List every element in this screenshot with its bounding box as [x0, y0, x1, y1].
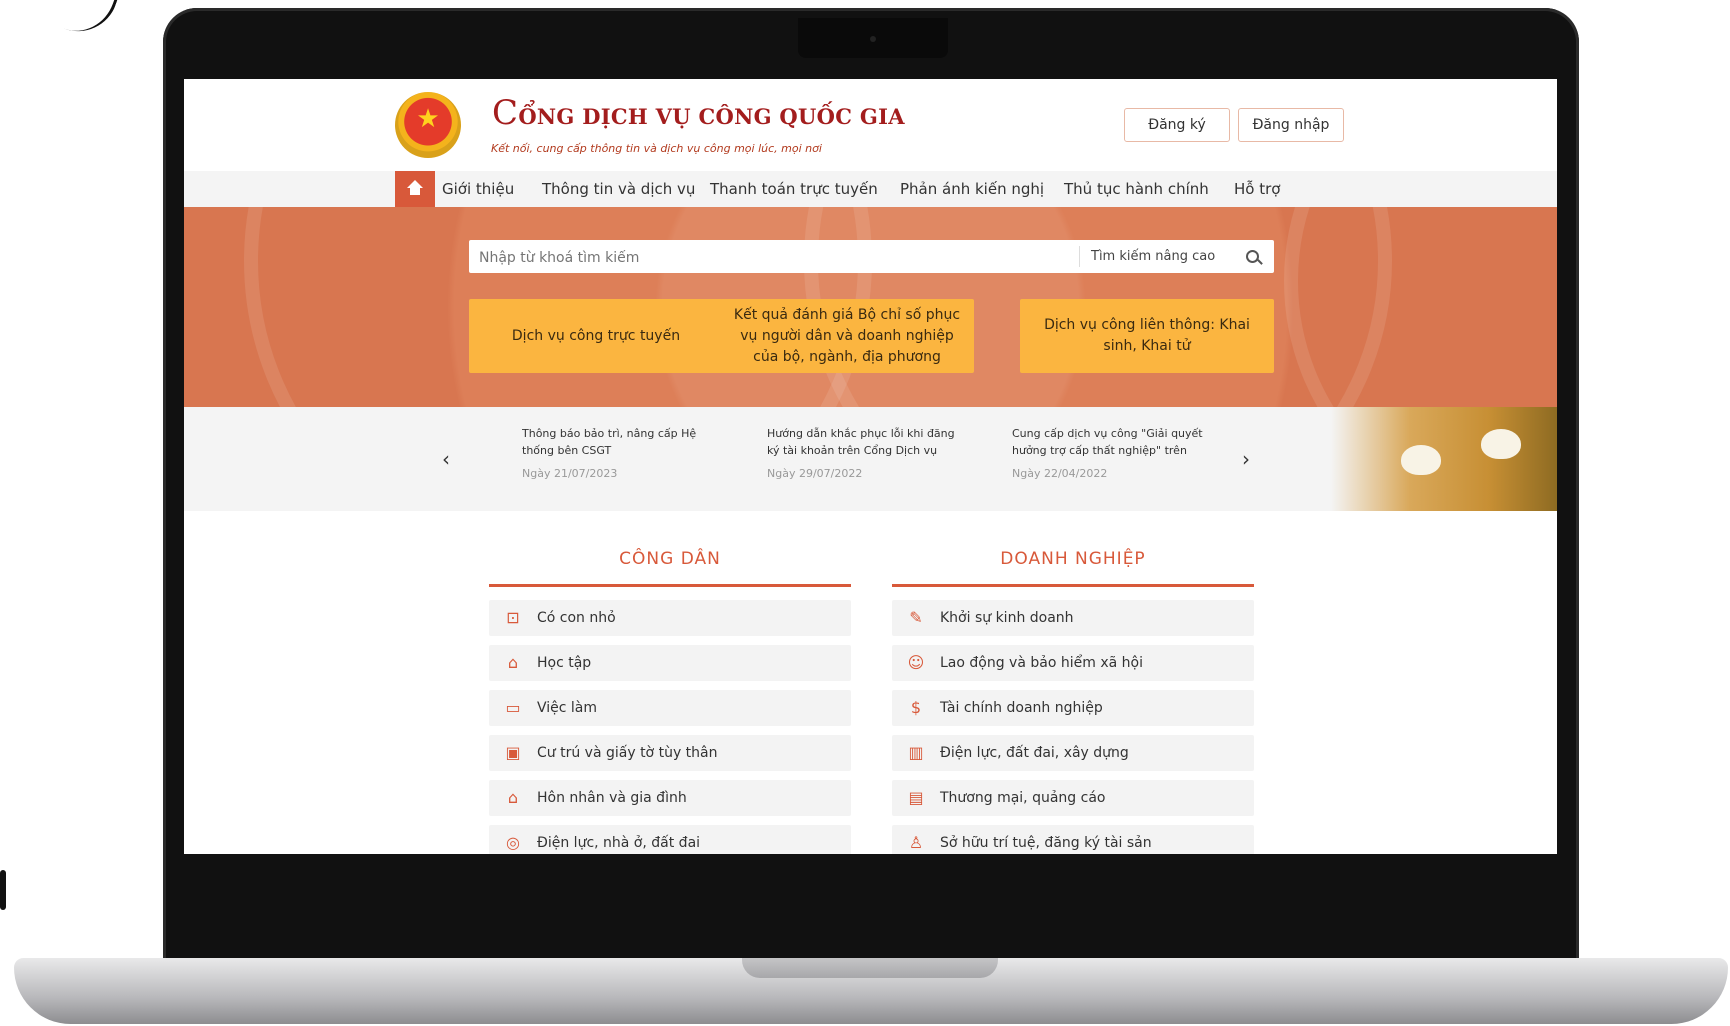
- news-item[interactable]: Cung cấp dịch vụ công "Giải quyết hưởng …: [1012, 425, 1212, 480]
- online-services-button[interactable]: Dịch vụ công trực tuyến: [469, 299, 723, 373]
- home-icon: [407, 180, 423, 195]
- news-date: Ngày 29/07/2022: [767, 467, 863, 480]
- nav-item-intro[interactable]: Giới thiệu: [442, 171, 514, 207]
- graduation-cap-icon: ⌂: [507, 653, 519, 672]
- decorative-stroke: [0, 870, 6, 910]
- citizen-item-children[interactable]: ⊡ Có con nhỏ: [489, 600, 851, 636]
- site-header: ★ CỔNG DỊCH VỤ CÔNG QUỐC GIA Kết nối, cu…: [184, 79, 1557, 171]
- hero-banner: Tìm kiếm nâng cao Dịch vụ công trực tuyế…: [184, 207, 1557, 407]
- portal-title-initial: C: [492, 93, 519, 133]
- category-label: Có con nhỏ: [537, 610, 616, 626]
- banner-pattern: [1284, 207, 1557, 407]
- lotus-flower-icon: [1401, 445, 1441, 475]
- nav-item-procedures[interactable]: Thủ tục hành chính: [1064, 171, 1209, 207]
- citizen-item-marriage[interactable]: ⌂ Hôn nhân và gia đình: [489, 780, 851, 816]
- news-title: Thông báo bảo trì, nâng cấp Hệ thống bên…: [522, 427, 697, 457]
- news-date: Ngày 21/07/2023: [522, 467, 618, 480]
- category-label: Học tập: [537, 655, 592, 671]
- search-icon[interactable]: [1246, 250, 1259, 263]
- portal-title-text: ỔNG DỊCH VỤ CÔNG QUỐC GIA: [518, 104, 905, 129]
- search-input[interactable]: [477, 240, 1066, 275]
- birth-death-services-button[interactable]: Dịch vụ công liên thông: Khai sinh, Khai…: [1020, 299, 1274, 373]
- search-bar: Tìm kiếm nâng cao: [469, 240, 1274, 275]
- browser-screen: ★ CỔNG DỊCH VỤ CÔNG QUỐC GIA Kết nối, cu…: [184, 79, 1557, 854]
- category-label: Khởi sự kinh doanh: [940, 610, 1074, 626]
- citizen-item-residence[interactable]: ▣ Cư trú và giấy tờ tùy thân: [489, 735, 851, 771]
- category-label: Việc làm: [537, 700, 598, 716]
- category-label: Thương mại, quảng cáo: [940, 790, 1106, 806]
- briefcase-icon: ▭: [505, 698, 521, 717]
- business-item-commerce[interactable]: ▤ Thương mại, quảng cáo: [892, 780, 1254, 816]
- id-card-icon: ▣: [505, 743, 521, 762]
- citizen-item-education[interactable]: ⌂ Học tập: [489, 645, 851, 681]
- nav-item-online-payment[interactable]: Thanh toán trực tuyến: [710, 171, 878, 207]
- category-label: Điện lực, nhà ở, đất đai: [537, 835, 701, 851]
- register-button[interactable]: Đăng ký: [1124, 108, 1230, 142]
- business-section-rule: [892, 584, 1254, 587]
- chevron-right-icon[interactable]: ›: [1242, 447, 1250, 471]
- category-label: Cư trú và giấy tờ tùy thân: [537, 745, 718, 761]
- star-icon: ★: [416, 104, 440, 134]
- divider: [1079, 246, 1080, 267]
- laptop-base-groove: [742, 958, 998, 978]
- chevron-left-icon[interactable]: ‹: [442, 447, 450, 471]
- news-item[interactable]: Thông báo bảo trì, nâng cấp Hệ thống bên…: [522, 425, 722, 480]
- main-nav: Giới thiệu Thông tin và dịch vụ Thanh to…: [184, 171, 1557, 207]
- news-item[interactable]: Hướng dẫn khắc phục lỗi khi đăng ký tài …: [767, 425, 967, 480]
- citizen-section-rule: [489, 584, 851, 587]
- login-button[interactable]: Đăng nhập: [1238, 108, 1344, 142]
- business-item-finance[interactable]: $ Tài chính doanh nghiệp: [892, 690, 1254, 726]
- news-carousel: ‹ Thông báo bảo trì, nâng cấp Hệ thống b…: [184, 407, 1557, 511]
- category-label: Điện lực, đất đai, xây dựng: [940, 745, 1129, 761]
- category-label: Hôn nhân và gia đình: [537, 790, 687, 806]
- billboard-icon: ▤: [908, 788, 924, 807]
- news-date: Ngày 22/04/2022: [1012, 467, 1108, 480]
- house-icon: ◎: [506, 833, 520, 852]
- category-label: Lao động và bảo hiểm xã hội: [940, 655, 1143, 671]
- dollar-icon: $: [910, 698, 922, 717]
- business-item-construction[interactable]: ▥ Điện lực, đất đai, xây dựng: [892, 735, 1254, 771]
- business-item-ip[interactable]: ♙ Sở hữu trí tuệ, đăng ký tài sản: [892, 825, 1254, 854]
- business-item-startup[interactable]: ✎ Khởi sự kinh doanh: [892, 600, 1254, 636]
- camera-icon: [870, 36, 876, 42]
- business-item-labor[interactable]: ☺ Lao động và bảo hiểm xã hội: [892, 645, 1254, 681]
- people-icon: ☺: [907, 653, 925, 672]
- category-label: Sở hữu trí tuệ, đăng ký tài sản: [940, 835, 1152, 851]
- building-icon: ▥: [908, 743, 924, 762]
- award-icon: ♙: [908, 833, 924, 852]
- baby-bottle-icon: ⊡: [506, 608, 520, 627]
- lotus-flower-icon: [1481, 429, 1521, 459]
- nav-item-info-services[interactable]: Thông tin và dịch vụ: [542, 171, 695, 207]
- nav-home-button[interactable]: [395, 171, 435, 207]
- citizen-section-title: CÔNG DÂN: [619, 549, 721, 569]
- decorative-stroke: [52, 0, 121, 43]
- laptop-base: [14, 958, 1728, 1024]
- camera-notch: [798, 18, 948, 58]
- news-title: Hướng dẫn khắc phục lỗi khi đăng ký tài …: [767, 427, 955, 457]
- national-emblem-icon: ★: [395, 92, 461, 158]
- advanced-search-link[interactable]: Tìm kiếm nâng cao: [1091, 240, 1215, 273]
- news-title: Cung cấp dịch vụ công "Giải quyết hưởng …: [1012, 427, 1203, 457]
- category-label: Tài chính doanh nghiệp: [940, 700, 1103, 716]
- family-home-icon: ⌂: [507, 788, 519, 807]
- nav-item-support[interactable]: Hỗ trợ: [1234, 171, 1280, 207]
- citizen-item-housing[interactable]: ◎ Điện lực, nhà ở, đất đai: [489, 825, 851, 854]
- nav-item-feedback[interactable]: Phản ánh kiến nghị: [900, 171, 1044, 207]
- evaluation-results-button[interactable]: Kết quả đánh giá Bộ chỉ số phục vụ người…: [720, 299, 974, 373]
- portal-title[interactable]: CỔNG DỊCH VỤ CÔNG QUỐC GIA: [492, 93, 905, 133]
- citizen-item-employment[interactable]: ▭ Việc làm: [489, 690, 851, 726]
- rocket-icon: ✎: [909, 608, 923, 627]
- business-section-title: DOANH NGHIỆP: [1000, 549, 1146, 569]
- lotus-illustration: [1331, 407, 1557, 511]
- portal-slogan: Kết nối, cung cấp thông tin và dịch vụ c…: [491, 142, 822, 155]
